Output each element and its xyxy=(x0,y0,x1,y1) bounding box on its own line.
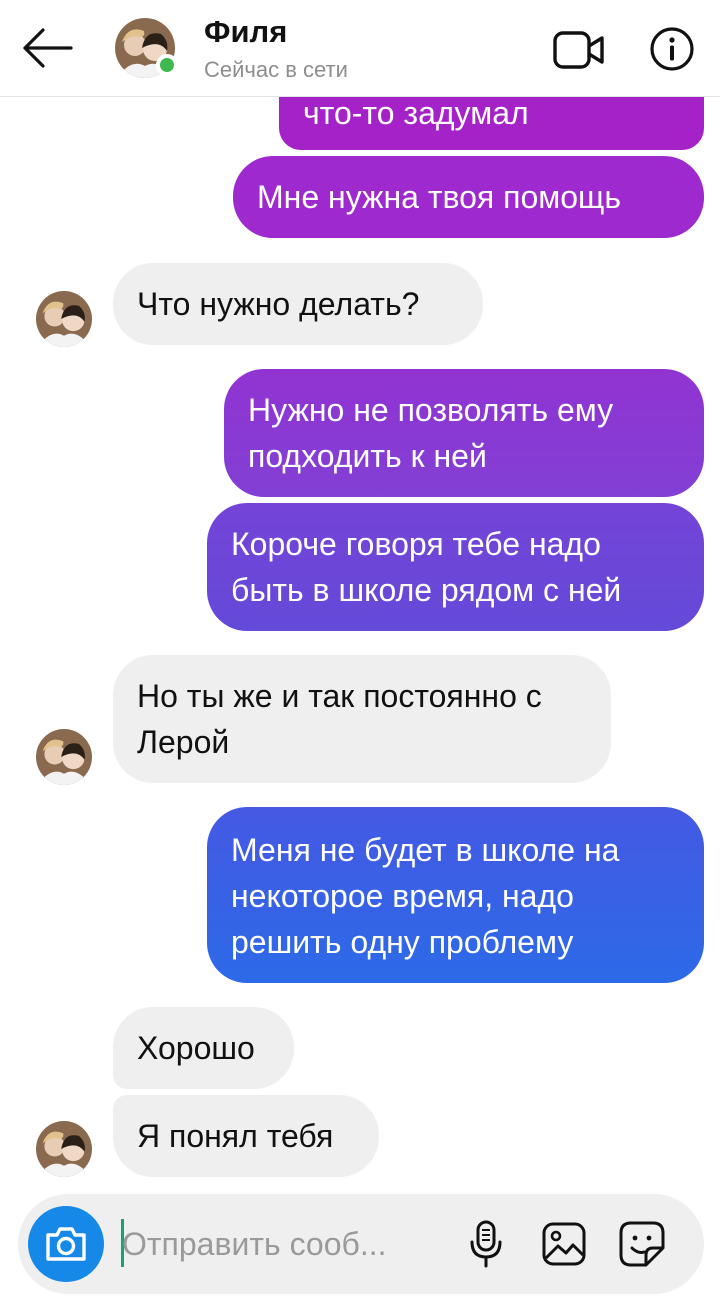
back-button[interactable] xyxy=(18,24,76,72)
chat-header: Филя Сейчас в сети xyxy=(0,0,720,97)
info-icon xyxy=(650,27,694,71)
message-composer xyxy=(18,1194,704,1294)
info-button[interactable] xyxy=(649,26,695,72)
message-text: Меня не будет в школе на некоторое время… xyxy=(231,832,620,960)
video-camera-icon xyxy=(553,31,604,69)
online-status: Сейчас в сети xyxy=(204,57,348,82)
message-text: Но ты же и так постоянно с Лерой xyxy=(137,678,542,760)
message-bubble-out[interactable]: Меня не будет в школе на некоторое время… xyxy=(207,807,704,983)
message-bubble-out[interactable]: Короче говоря тебе надо быть в школе ряд… xyxy=(207,503,704,631)
message-bubble-out[interactable]: Нужно не позволять ему подходить к ней xyxy=(224,369,704,497)
voice-message-button[interactable] xyxy=(460,1218,512,1270)
gallery-button[interactable] xyxy=(538,1218,590,1270)
microphone-icon xyxy=(470,1220,502,1268)
contact-name[interactable]: Филя xyxy=(204,14,287,50)
online-indicator xyxy=(156,54,178,76)
video-call-button[interactable] xyxy=(552,26,606,74)
message-text: что-то задумал xyxy=(303,95,529,131)
sender-avatar[interactable] xyxy=(36,729,92,785)
message-text: Нужно не позволять ему подходить к ней xyxy=(248,392,614,474)
message-bubble-in[interactable]: Хорошо xyxy=(113,1007,294,1089)
message-text: Мне нужна твоя помощь xyxy=(257,179,622,215)
sender-avatar[interactable] xyxy=(36,1121,92,1177)
camera-button[interactable] xyxy=(28,1206,104,1282)
camera-icon xyxy=(46,1227,86,1261)
sticker-button[interactable] xyxy=(616,1218,668,1270)
message-bubble-in[interactable]: Что нужно делать? xyxy=(113,263,483,345)
message-text: Короче говоря тебе надо быть в школе ряд… xyxy=(231,526,622,608)
message-input[interactable] xyxy=(122,1214,422,1274)
sender-avatar[interactable] xyxy=(36,291,92,347)
message-bubble-in[interactable]: Но ты же и так постоянно с Лерой xyxy=(113,655,611,783)
image-icon xyxy=(542,1222,586,1266)
message-text: Что нужно делать? xyxy=(137,286,420,322)
arrow-left-icon xyxy=(23,28,73,68)
message-bubble-out[interactable]: Мне нужна твоя помощь xyxy=(233,156,704,238)
message-bubble-in[interactable]: Я понял тебя xyxy=(113,1095,379,1177)
message-text: Хорошо xyxy=(137,1030,255,1066)
sticker-icon xyxy=(619,1221,665,1267)
contact-avatar[interactable] xyxy=(115,18,178,78)
message-text: Я понял тебя xyxy=(137,1118,334,1154)
